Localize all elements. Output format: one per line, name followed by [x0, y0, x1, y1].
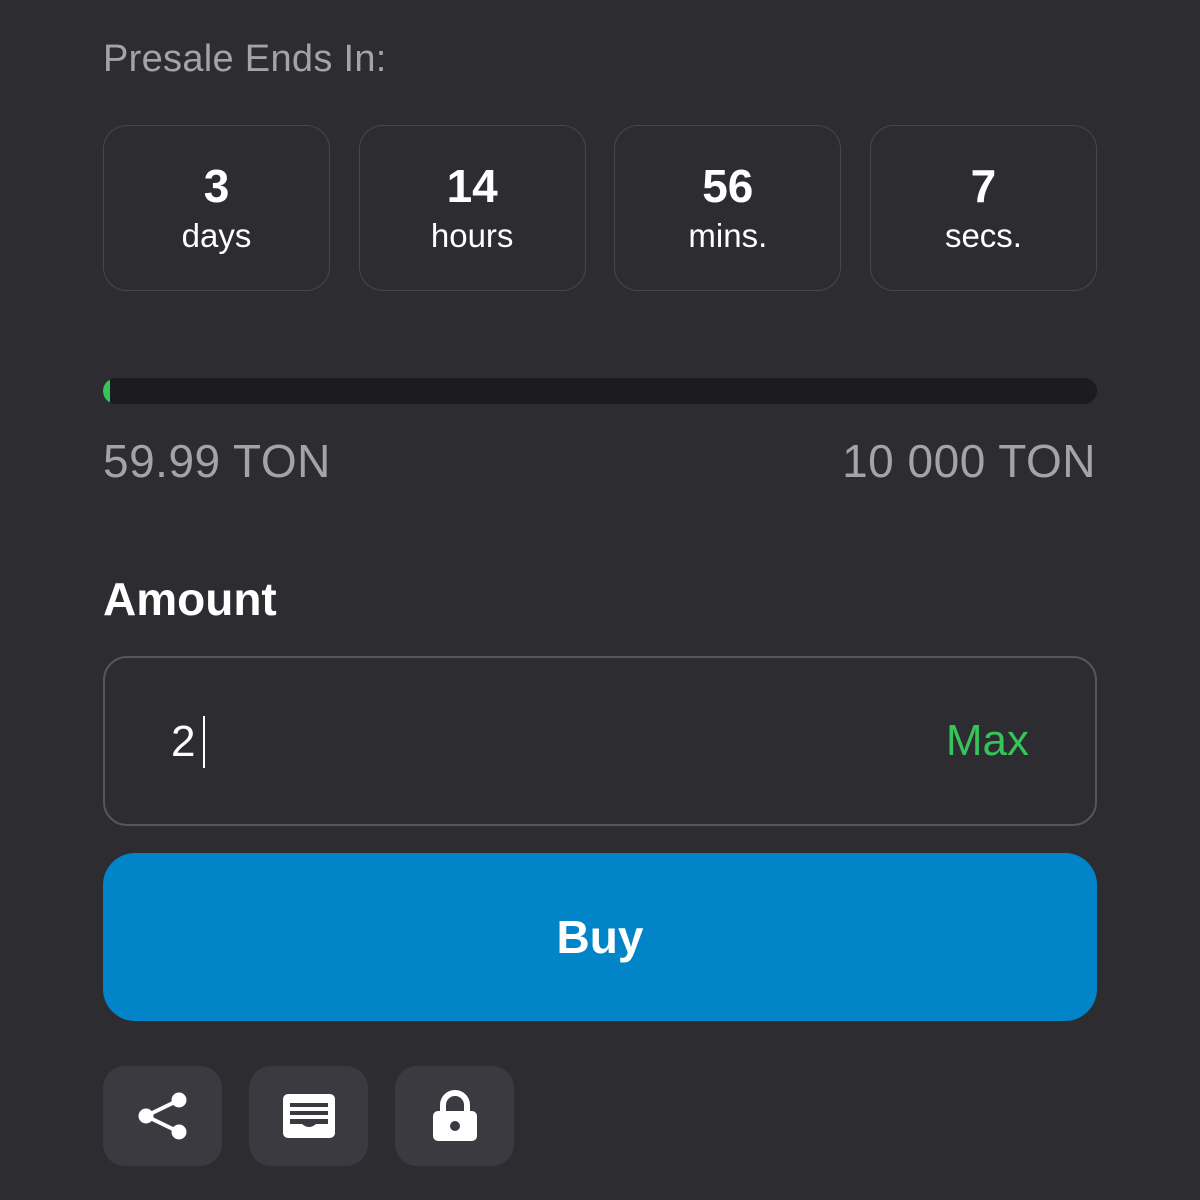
- countdown-value: 7: [970, 160, 997, 212]
- countdown-minutes: 56 mins.: [614, 125, 842, 291]
- countdown-timer: 3 days 14 hours 56 mins. 7 secs.: [103, 125, 1097, 293]
- countdown-value: 56: [702, 160, 754, 212]
- buy-button-label: Buy: [556, 911, 644, 963]
- raised-amount: 59.99 TON: [103, 435, 331, 487]
- wallet-button[interactable]: [249, 1066, 368, 1166]
- lock-button[interactable]: [395, 1066, 514, 1166]
- amount-field[interactable]: 2 Max: [103, 656, 1097, 826]
- countdown-unit: hours: [430, 217, 514, 254]
- countdown-value: 14: [446, 160, 498, 212]
- countdown-unit: days: [181, 217, 252, 254]
- countdown-value: 3: [203, 160, 230, 212]
- share-icon: [135, 1091, 191, 1141]
- presale-widget: Presale Ends In: 3 days 14 hours 56 mins…: [0, 0, 1200, 1200]
- countdown-seconds: 7 secs.: [869, 125, 1097, 291]
- amount-input[interactable]: 2: [171, 716, 195, 768]
- countdown-days: 3 days: [103, 125, 330, 291]
- wallet-card-icon: [282, 1093, 336, 1139]
- amount-label: Amount: [103, 573, 277, 625]
- countdown-unit: secs.: [944, 217, 1022, 254]
- presale-ends-label: Presale Ends In:: [103, 38, 387, 80]
- buy-button[interactable]: Buy: [103, 853, 1097, 1021]
- share-button[interactable]: [103, 1066, 222, 1166]
- goal-amount: 10 000 TON: [842, 435, 1096, 487]
- countdown-hours: 14 hours: [358, 125, 586, 291]
- lock-icon: [431, 1090, 479, 1142]
- action-icon-row: [103, 1066, 514, 1166]
- text-caret: [203, 716, 205, 768]
- presale-progress-bar: [103, 378, 1097, 404]
- presale-progress-fill: [103, 378, 110, 404]
- max-button[interactable]: Max: [946, 715, 1029, 767]
- countdown-unit: mins.: [688, 217, 768, 254]
